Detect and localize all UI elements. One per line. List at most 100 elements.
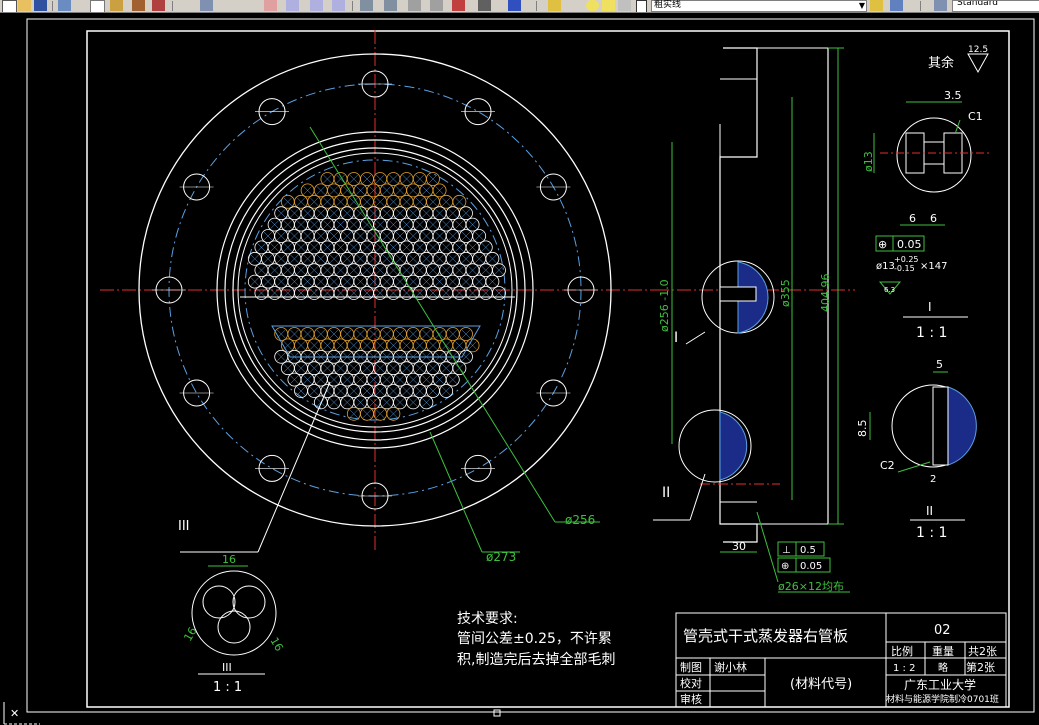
tube-hole-cross: [481, 243, 490, 252]
tube-hole-cross: [323, 364, 332, 373]
undo-icon[interactable]: [58, 0, 71, 11]
tube-hole-cross: [435, 186, 444, 195]
open-folder-icon[interactable]: [18, 0, 31, 11]
tube-hole-cross: [382, 398, 391, 407]
tube-hole-cross: [336, 386, 345, 396]
surface-note: 其余: [928, 55, 954, 71]
tube-hole-cross: [277, 209, 286, 218]
detail-III-tube-2: [232, 585, 266, 619]
tube-hole-cross: [461, 277, 471, 286]
tube-hole-cross: [428, 386, 438, 396]
tube-hole-cross: [336, 197, 345, 206]
detail-I-dim-right: 6: [930, 212, 937, 225]
total-sheets: 共2张: [968, 645, 997, 658]
leader-d256: [309, 126, 556, 523]
detail-I-view: 其余 12.5 3.5 C1 ø13 6 6 ⊕ 0.05 ø13 +0.25 …: [862, 45, 990, 341]
tube-hole-cross: [343, 209, 352, 218]
tube-hole-cross: [283, 220, 292, 229]
layer-freeze-icon[interactable]: [602, 0, 615, 11]
text-style-dropdown[interactable]: Standard: [952, 0, 1039, 12]
help-icon[interactable]: [508, 0, 521, 11]
tube-hole-cross: [263, 277, 273, 286]
tube-hole-cross: [376, 197, 385, 206]
zoom-realtime-icon[interactable]: [286, 0, 299, 11]
tube-hole-cross: [382, 375, 391, 384]
tube-hole-cross: [263, 231, 273, 241]
detail-II-hatch: [947, 386, 977, 466]
tube-hole-cross: [316, 254, 325, 263]
layer-on-icon[interactable]: [586, 0, 599, 11]
detail-I-width: 3.5: [944, 89, 962, 102]
tube-hole-cross: [369, 209, 378, 218]
tube-hole-cross: [349, 266, 358, 275]
tube-hole-cross: [442, 243, 451, 252]
tube-hole-cross: [415, 174, 424, 184]
tube-hole-cross: [362, 243, 372, 252]
layer-previous-icon[interactable]: [870, 0, 883, 11]
tube-hole-cross: [395, 277, 405, 286]
text-style-icon[interactable]: [934, 0, 947, 11]
detail-II-scale: 1 : 1: [916, 525, 947, 541]
tube-hole-cross: [422, 277, 431, 286]
zoom-window-icon[interactable]: [310, 0, 323, 11]
technical-requirements: 技术要求: 管间公差±0.25，不许累 积,制造完后去掉全部毛刺: [457, 611, 615, 668]
scale-label: 比例: [891, 644, 913, 658]
tube-hole-cross: [435, 254, 444, 263]
tube-hole-cross: [323, 243, 332, 252]
zoom-previous-icon[interactable]: [332, 0, 345, 11]
tube-hole-cross: [376, 341, 385, 350]
detail-II-slot: [932, 386, 949, 466]
tube-hole-cross: [362, 174, 372, 184]
tol-flat-symbol: ⊥: [782, 545, 791, 556]
tube-hole-cross: [455, 266, 464, 275]
tube-hole-cross: [376, 288, 385, 298]
markup-icon[interactable]: [452, 0, 465, 11]
layer-states-icon[interactable]: [890, 0, 903, 11]
dim-side-d355: ø355: [779, 279, 792, 307]
tube-hole-cross: [336, 266, 345, 275]
tube-hole-cross: [389, 386, 398, 396]
grip-handle[interactable]: [493, 709, 501, 717]
properties-icon[interactable]: [360, 0, 373, 11]
match-properties-icon[interactable]: [132, 0, 145, 11]
tube-hole-cross: [283, 243, 292, 252]
detail-II-label: II: [926, 504, 933, 518]
tube-hole-cross: [369, 375, 378, 384]
tube-hole-cross: [369, 398, 378, 407]
layer-lock-icon[interactable]: [618, 0, 631, 11]
tube-hole-cross: [277, 352, 286, 361]
block-editor-icon[interactable]: [152, 0, 165, 11]
label-I: I: [674, 330, 678, 346]
layer-manager-icon[interactable]: [548, 0, 561, 11]
tube-hole-cross: [310, 243, 319, 252]
tube-hole-cross: [455, 197, 464, 206]
save-icon[interactable]: [34, 0, 47, 11]
tube-hole-cross: [461, 231, 471, 241]
tube-hole-cross: [303, 329, 312, 339]
tube-hole-cross: [448, 231, 457, 241]
tube-hole-cross: [257, 266, 266, 275]
paste-icon[interactable]: [110, 0, 123, 11]
pan-icon[interactable]: [264, 0, 277, 11]
department: 材料与能源学院制冷0701班: [886, 693, 999, 705]
redo-icon[interactable]: [200, 0, 213, 11]
drawing-number: 02: [934, 623, 951, 638]
tool-palettes-icon[interactable]: [408, 0, 421, 11]
layer-dropdown[interactable]: 粗实线 ▼: [651, 0, 867, 12]
sheet-set-icon[interactable]: [430, 0, 443, 11]
tube-hole-cross: [376, 266, 385, 275]
calculator-icon[interactable]: [478, 0, 491, 11]
tube-hole-cross: [323, 341, 332, 350]
drawing-canvas[interactable]: ø256 ø273 III ø256 -1.0 ø355 404.96 30 ⊥…: [0, 12, 1039, 725]
roughness-symbol: [967, 53, 989, 74]
sheet-border-outer: [26, 18, 1035, 713]
tube-hole-cross: [415, 386, 424, 396]
tube-hole-cross: [290, 209, 299, 218]
tube-hole-cross: [277, 254, 286, 263]
tube-hole-cross: [303, 209, 312, 218]
tube-hole-cross: [389, 341, 398, 350]
design-center-icon[interactable]: [384, 0, 397, 11]
detail-I-dim-left: 6: [909, 212, 916, 225]
tube-hole-cross: [395, 186, 405, 195]
chevron-down-icon[interactable]: ▼: [859, 1, 865, 10]
